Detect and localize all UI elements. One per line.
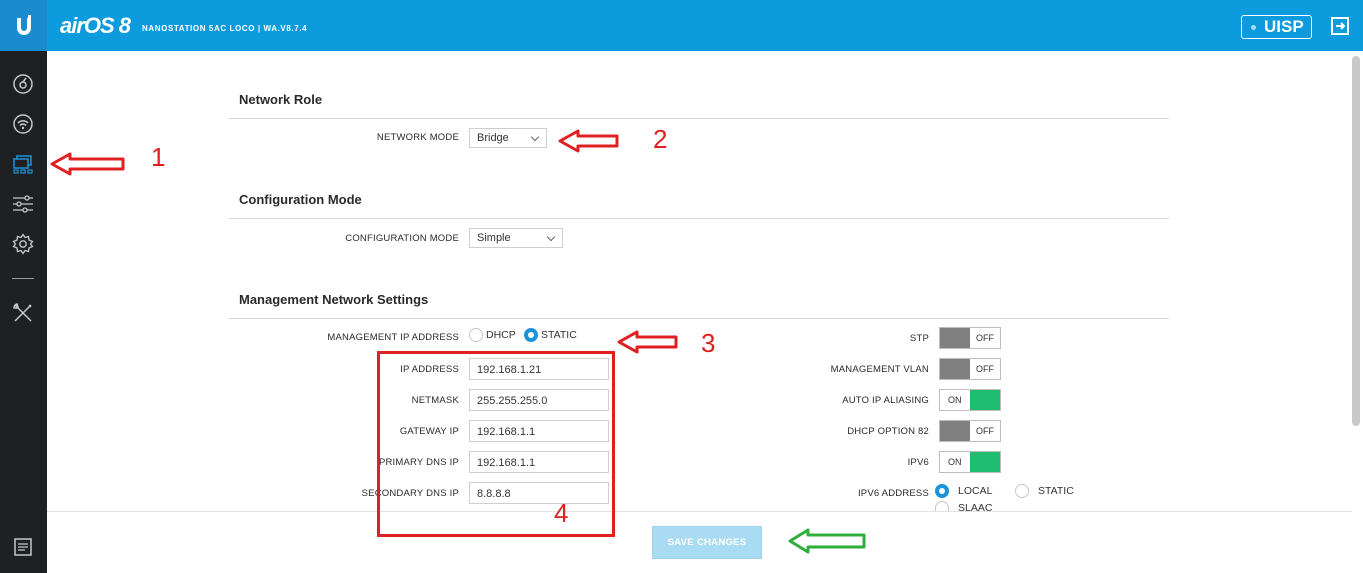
configuration-mode-value: Simple xyxy=(477,232,511,244)
annotation-arrow-2 xyxy=(558,129,619,153)
annotation-number-2: 2 xyxy=(653,124,668,154)
configuration-mode-label: CONFIGURATION MODE xyxy=(345,233,459,244)
stp-toggle[interactable]: OFF xyxy=(939,327,1001,349)
sidebar-item-settings[interactable] xyxy=(11,232,35,256)
section-title-management: Management Network Settings xyxy=(239,292,429,307)
sidebar-item-network[interactable] xyxy=(11,152,35,176)
annotation-number-1: 1 xyxy=(151,142,166,172)
ipv6-slaac-radio[interactable] xyxy=(935,501,949,511)
top-bar: airOS 8 NANOSTATION 5AC LOCO | WA.V8.7.4… xyxy=(0,0,1363,51)
ipv6-slaac-label: SLAAC xyxy=(958,502,993,511)
chevron-down-icon xyxy=(546,232,556,242)
toggle-knob xyxy=(940,421,970,441)
annotation-number-3: 3 xyxy=(701,328,716,358)
auto-ip-aliasing-toggle[interactable]: ON xyxy=(939,389,1001,411)
app-brand: airOS 8 xyxy=(60,13,131,38)
static-radio-label: STATIC xyxy=(541,329,577,341)
scrollbar[interactable] xyxy=(1352,56,1360,426)
dhcp-radio-label: DHCP xyxy=(486,329,516,341)
wireless-icon xyxy=(13,114,33,134)
annotation-arrow-1 xyxy=(50,152,125,176)
sidebar-item-tools[interactable] xyxy=(11,301,35,325)
toggle-state: ON xyxy=(948,457,962,467)
static-radio[interactable] xyxy=(524,328,538,342)
device-name: NANOSTATION 5AC LOCO | WA.V8.7.4 xyxy=(142,24,308,33)
network-mode-label: NETWORK MODE xyxy=(376,132,459,143)
section-title-configuration-mode: Configuration Mode xyxy=(239,192,362,207)
settings-icon xyxy=(12,233,34,255)
sidebar-item-log[interactable] xyxy=(11,535,35,559)
management-vlan-label: MANAGEMENT VLAN xyxy=(830,364,929,375)
section-divider xyxy=(229,218,1169,219)
sidebar-item-services[interactable] xyxy=(11,192,35,216)
toggle-knob xyxy=(970,452,1000,472)
log-icon xyxy=(14,538,32,556)
toggle-knob xyxy=(970,390,1000,410)
sidebar-divider xyxy=(12,278,34,279)
configuration-mode-select[interactable]: Simple xyxy=(469,228,563,248)
uisp-status-icon xyxy=(1251,25,1256,30)
section-divider xyxy=(229,318,1169,319)
toggle-knob xyxy=(940,359,970,379)
toggle-state: OFF xyxy=(976,333,994,343)
toggle-state: ON xyxy=(948,395,962,405)
tools-icon xyxy=(13,303,32,322)
chevron-down-icon xyxy=(530,132,540,142)
logout-icon[interactable] xyxy=(1330,16,1350,36)
sidebar-item-dashboard[interactable] xyxy=(11,72,35,96)
dashboard-icon xyxy=(13,74,33,94)
annotation-number-4: 4 xyxy=(554,498,569,528)
toggle-knob xyxy=(940,328,970,348)
management-ip-label: MANAGEMENT IP ADDRESS xyxy=(327,332,459,343)
uisp-button[interactable]: UISP xyxy=(1241,15,1312,39)
dhcp-option-82-toggle[interactable]: OFF xyxy=(939,420,1001,442)
ipv6-address-label: IPV6 ADDRESS xyxy=(857,488,929,499)
annotation-arrow-3 xyxy=(617,330,678,354)
services-icon xyxy=(13,195,33,213)
uisp-label: UISP xyxy=(1264,17,1304,36)
sidebar-item-wireless[interactable] xyxy=(11,112,35,136)
ipv6-static-radio[interactable] xyxy=(1015,484,1029,498)
sidebar xyxy=(0,51,47,573)
save-changes-button[interactable]: SAVE CHANGES xyxy=(652,526,762,559)
network-icon xyxy=(13,155,33,174)
footer-divider xyxy=(47,511,1352,512)
network-mode-select[interactable]: Bridge xyxy=(469,128,547,148)
ipv6-local-label: LOCAL xyxy=(958,485,993,497)
section-title-network-role: Network Role xyxy=(239,92,323,107)
management-vlan-toggle[interactable]: OFF xyxy=(939,358,1001,380)
ubiquiti-logo-icon xyxy=(16,14,31,35)
dhcp-option-82-label: DHCP OPTION 82 xyxy=(847,426,929,437)
network-mode-value: Bridge xyxy=(477,132,509,144)
toggle-state: OFF xyxy=(976,364,994,374)
auto-ip-aliasing-label: AUTO IP ALIASING xyxy=(842,395,929,406)
section-divider xyxy=(229,118,1169,119)
ipv6-local-radio[interactable] xyxy=(935,484,949,498)
ubiquiti-logo[interactable] xyxy=(0,0,47,51)
ipv6-toggle[interactable]: ON xyxy=(939,451,1001,473)
annotation-box-4 xyxy=(377,351,615,537)
toggle-state: OFF xyxy=(976,426,994,436)
ipv6-static-label: STATIC xyxy=(1038,485,1074,497)
stp-label: STP xyxy=(909,333,929,344)
annotation-overlay xyxy=(50,129,866,554)
ipv6-label: IPV6 xyxy=(907,457,929,468)
dhcp-radio[interactable] xyxy=(469,328,483,342)
